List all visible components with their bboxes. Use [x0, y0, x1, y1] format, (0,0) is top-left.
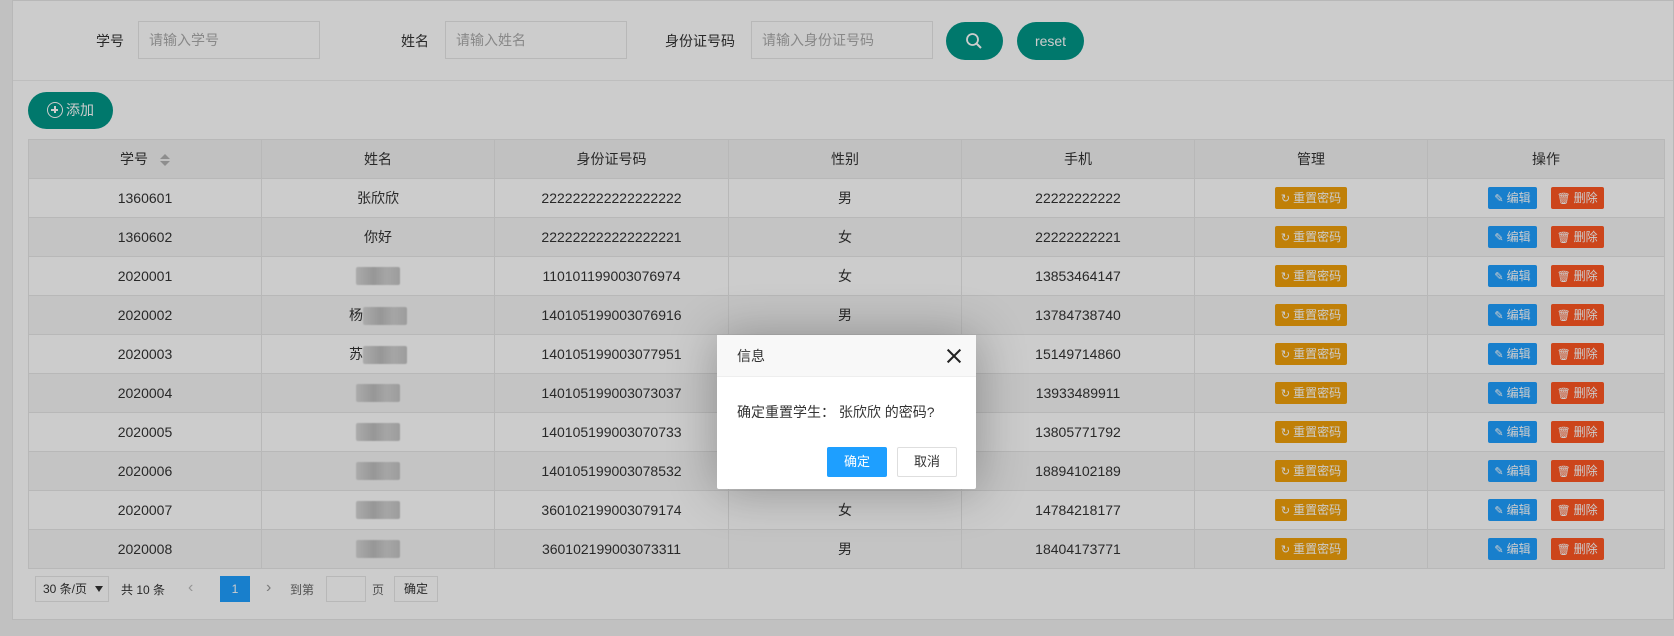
confirm-dialog: 信息 确定重置学生： 张欣欣 的密码? 确定 取消: [717, 335, 976, 489]
confirm-button[interactable]: 确定: [827, 447, 887, 477]
dialog-title: 信息: [737, 348, 765, 364]
modal-overlay[interactable]: [0, 0, 1674, 636]
dialog-header: 信息: [717, 335, 976, 377]
cancel-button[interactable]: 取消: [897, 447, 957, 477]
close-icon[interactable]: [946, 348, 962, 364]
dialog-message: 确定重置学生： 张欣欣 的密码?: [737, 404, 935, 420]
